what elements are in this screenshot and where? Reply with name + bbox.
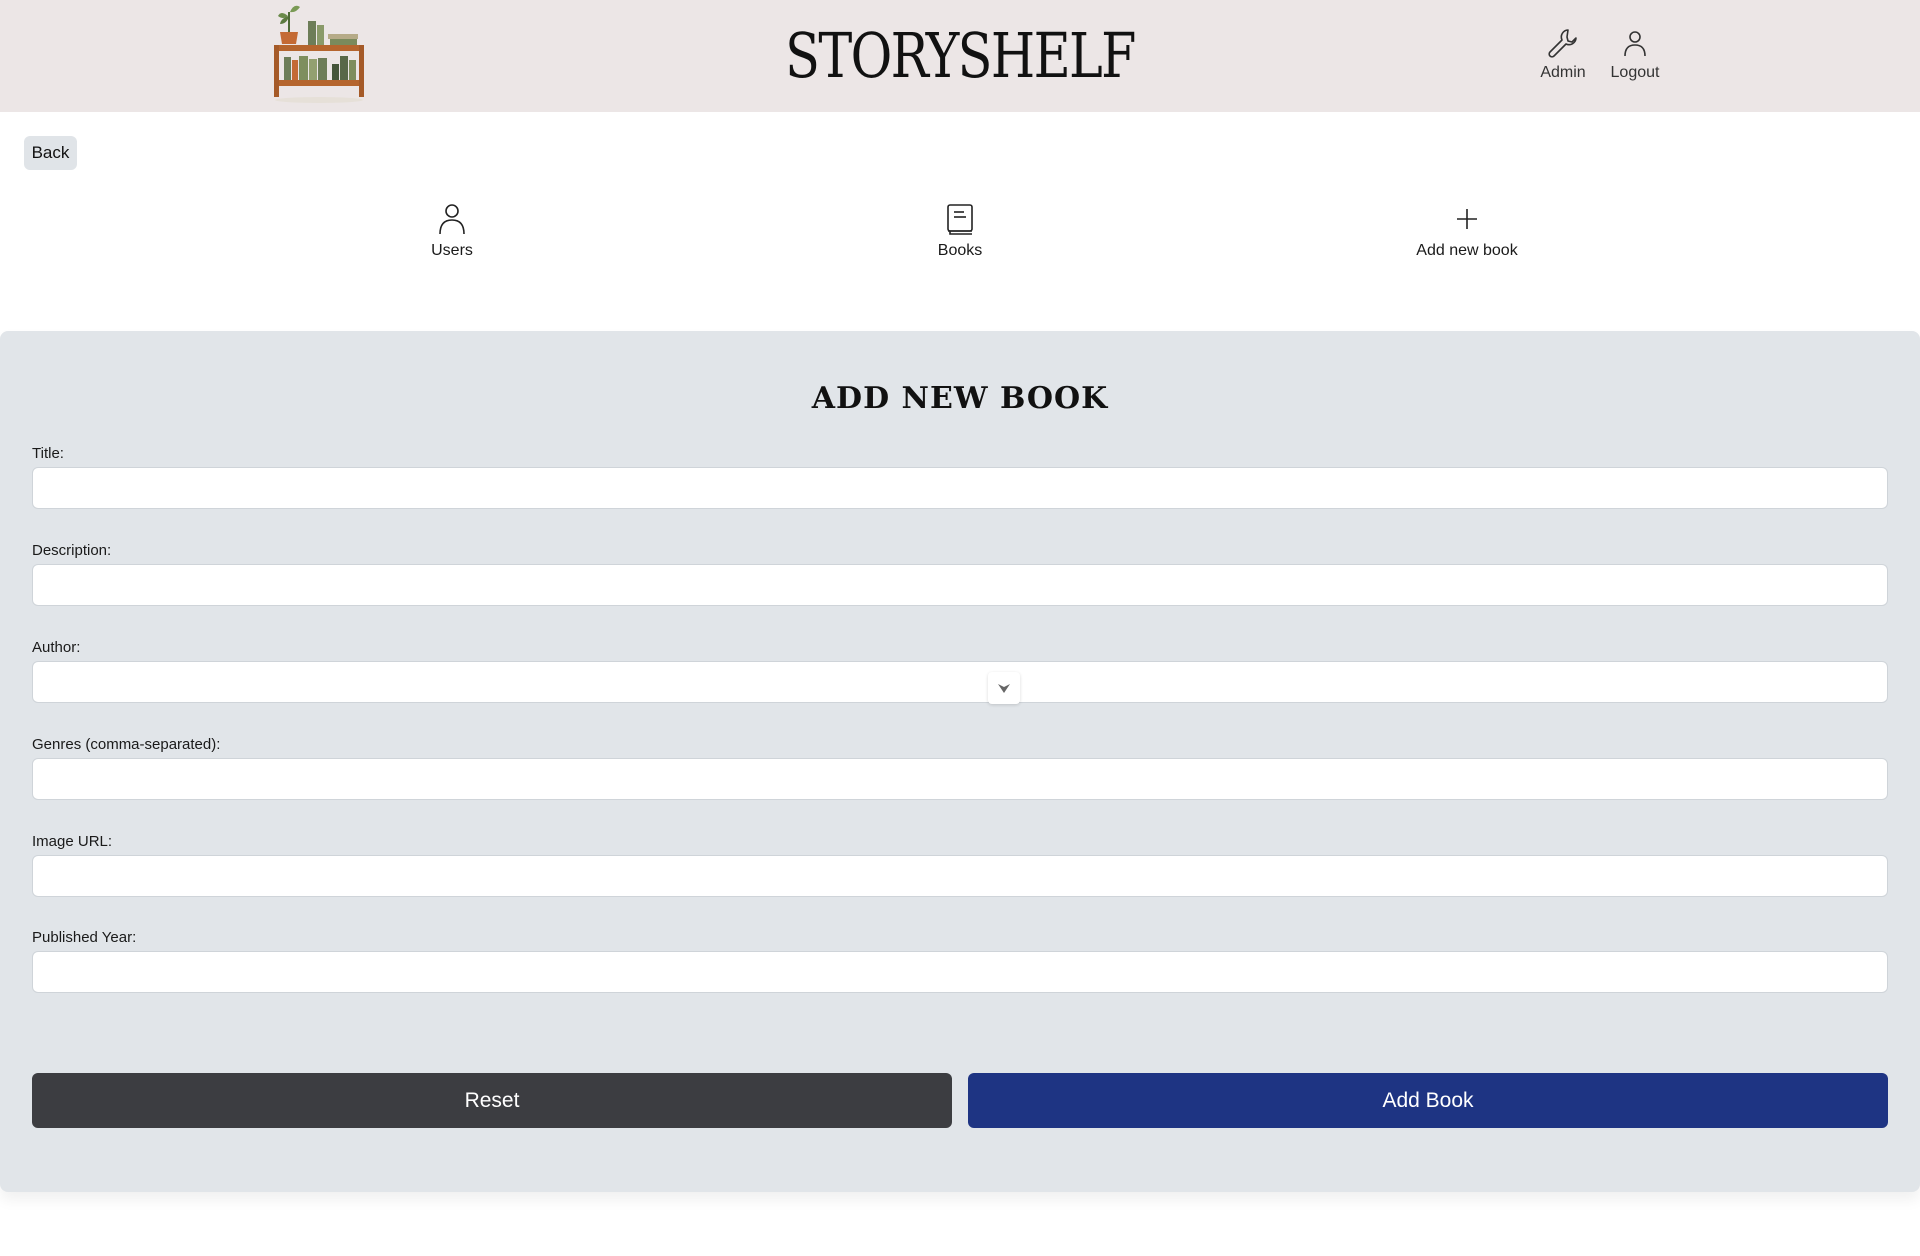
user-icon <box>439 204 465 235</box>
title-input[interactable] <box>32 467 1888 509</box>
description-label: Description: <box>32 542 112 559</box>
nav-item-label: Add new book <box>1416 242 1518 259</box>
published-year-input[interactable] <box>32 951 1888 993</box>
author-dropdown-toggle[interactable] <box>988 672 1020 704</box>
image-url-input[interactable] <box>32 855 1888 897</box>
nav-item-add-new-book[interactable]: Add new book <box>1367 202 1567 260</box>
add-book-button[interactable]: Add Book <box>968 1073 1888 1128</box>
chevron-down-icon <box>998 684 1010 693</box>
add-book-form: ADD NEW BOOK Title: Description: Author:… <box>0 331 1920 1192</box>
title-label: Title: <box>32 445 64 462</box>
brand-title[interactable]: STORYSHELF <box>173 20 1747 92</box>
description-input[interactable] <box>32 564 1888 606</box>
back-button[interactable]: Back <box>24 136 77 170</box>
nav-item-users[interactable]: Users <box>352 202 552 260</box>
admin-label: Admin <box>1540 64 1586 81</box>
image-url-label: Image URL: <box>32 833 113 850</box>
author-label: Author: <box>32 639 81 656</box>
logout-link[interactable]: Logout <box>1600 26 1670 82</box>
user-icon <box>1624 31 1646 57</box>
logout-label: Logout <box>1610 64 1660 81</box>
admin-link[interactable]: Admin <box>1528 26 1598 82</box>
plus-icon <box>1457 209 1477 229</box>
reset-button[interactable]: Reset <box>32 1073 952 1128</box>
genres-input[interactable] <box>32 758 1888 800</box>
form-title: ADD NEW BOOK <box>811 381 1109 416</box>
nav-item-label: Users <box>431 242 473 259</box>
book-icon <box>947 204 973 235</box>
site-header: STORYSHELF Admin Logout <box>0 0 1920 112</box>
nav-item-books[interactable]: Books <box>860 202 1060 260</box>
nav-item-label: Books <box>937 242 983 259</box>
author-input[interactable] <box>32 661 1888 703</box>
genres-label: Genres (comma-separated): <box>32 736 221 753</box>
published-year-label: Published Year: <box>32 929 137 946</box>
wrench-icon <box>1548 29 1577 58</box>
